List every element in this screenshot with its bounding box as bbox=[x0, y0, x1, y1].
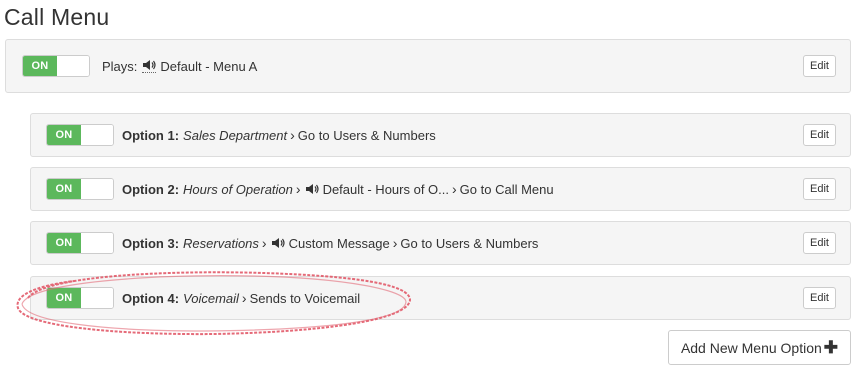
option-4-toggle[interactable]: ON bbox=[46, 287, 114, 309]
toggle-on-label: ON bbox=[47, 179, 81, 199]
option-4-panel: ON Option 4: Voicemail › Sends to Voicem… bbox=[30, 276, 851, 320]
toggle-on-label: ON bbox=[23, 56, 57, 76]
option-3-action: Go to Users & Numbers bbox=[400, 235, 539, 251]
chevron-right-icon: › bbox=[295, 181, 301, 197]
toggle-knob bbox=[57, 56, 89, 76]
page-title: Call Menu bbox=[4, 4, 110, 30]
toggle-on-label: ON bbox=[47, 233, 81, 253]
main-menu-edit-button[interactable]: Edit bbox=[803, 55, 836, 77]
option-1-description: Option 1: Sales Department › Go to Users… bbox=[122, 127, 436, 143]
chevron-right-icon: › bbox=[241, 290, 247, 306]
option-1-edit-button[interactable]: Edit bbox=[803, 124, 836, 146]
plays-label: Plays: bbox=[102, 58, 138, 74]
speaker-icon bbox=[142, 59, 157, 73]
option-4-label: Option 4: bbox=[122, 290, 180, 306]
option-3-label: Option 3: bbox=[122, 235, 180, 251]
main-menu-greeting: Default - Menu A bbox=[160, 58, 258, 74]
add-menu-option-button[interactable]: Add New Menu Option ✚ bbox=[668, 330, 851, 365]
main-menu-description: Plays: Default - Menu A bbox=[102, 59, 257, 74]
option-1-label: Option 1: bbox=[122, 127, 180, 143]
option-2-toggle[interactable]: ON bbox=[46, 178, 114, 200]
option-2-description: Option 2: Hours of Operation › Default -… bbox=[122, 181, 554, 197]
toggle-on-label: ON bbox=[47, 125, 81, 145]
chevron-right-icon: › bbox=[290, 127, 295, 143]
option-1-name: Sales Department bbox=[183, 127, 288, 143]
option-2-label: Option 2: bbox=[122, 181, 180, 197]
option-3-edit-button[interactable]: Edit bbox=[803, 232, 836, 254]
add-menu-option-label: Add New Menu Option bbox=[680, 339, 822, 356]
option-3-toggle[interactable]: ON bbox=[46, 232, 114, 254]
toggle-knob bbox=[81, 125, 113, 145]
option-1-toggle[interactable]: ON bbox=[46, 124, 114, 146]
option-2-message: Default - Hours of O... bbox=[322, 181, 449, 197]
option-4-description: Option 4: Voicemail › Sends to Voicemail bbox=[122, 290, 360, 306]
toggle-knob bbox=[81, 288, 113, 308]
toggle-knob bbox=[81, 233, 113, 253]
chevron-right-icon: › bbox=[452, 181, 457, 197]
speaker-icon bbox=[305, 183, 319, 195]
option-3-message: Custom Message bbox=[288, 235, 390, 251]
toggle-on-label: ON bbox=[47, 288, 81, 308]
speaker-icon bbox=[271, 237, 285, 249]
option-4-action: Sends to Voicemail bbox=[249, 290, 361, 306]
option-2-name: Hours of Operation bbox=[183, 181, 293, 197]
option-2-panel: ON Option 2: Hours of Operation › Defaul… bbox=[30, 167, 851, 211]
chevron-right-icon: › bbox=[261, 235, 267, 251]
chevron-right-icon: › bbox=[392, 235, 398, 251]
option-2-edit-button[interactable]: Edit bbox=[803, 178, 836, 200]
option-4-name: Voicemail bbox=[183, 290, 239, 306]
option-3-panel: ON Option 3: Reservations › Custom Messa… bbox=[30, 221, 851, 265]
option-2-action: Go to Call Menu bbox=[459, 181, 554, 197]
toggle-knob bbox=[81, 179, 113, 199]
option-1-panel: ON Option 1: Sales Department › Go to Us… bbox=[30, 113, 851, 157]
option-1-action: Go to Users & Numbers bbox=[297, 127, 436, 143]
main-menu-toggle[interactable]: ON bbox=[22, 55, 90, 77]
option-3-name: Reservations bbox=[183, 235, 259, 251]
main-menu-panel: ON Plays: Default - Menu A Edit bbox=[5, 39, 851, 93]
option-4-edit-button[interactable]: Edit bbox=[803, 287, 836, 309]
plus-icon: ✚ bbox=[823, 337, 839, 357]
option-3-description: Option 3: Reservations › Custom Message … bbox=[122, 235, 538, 251]
